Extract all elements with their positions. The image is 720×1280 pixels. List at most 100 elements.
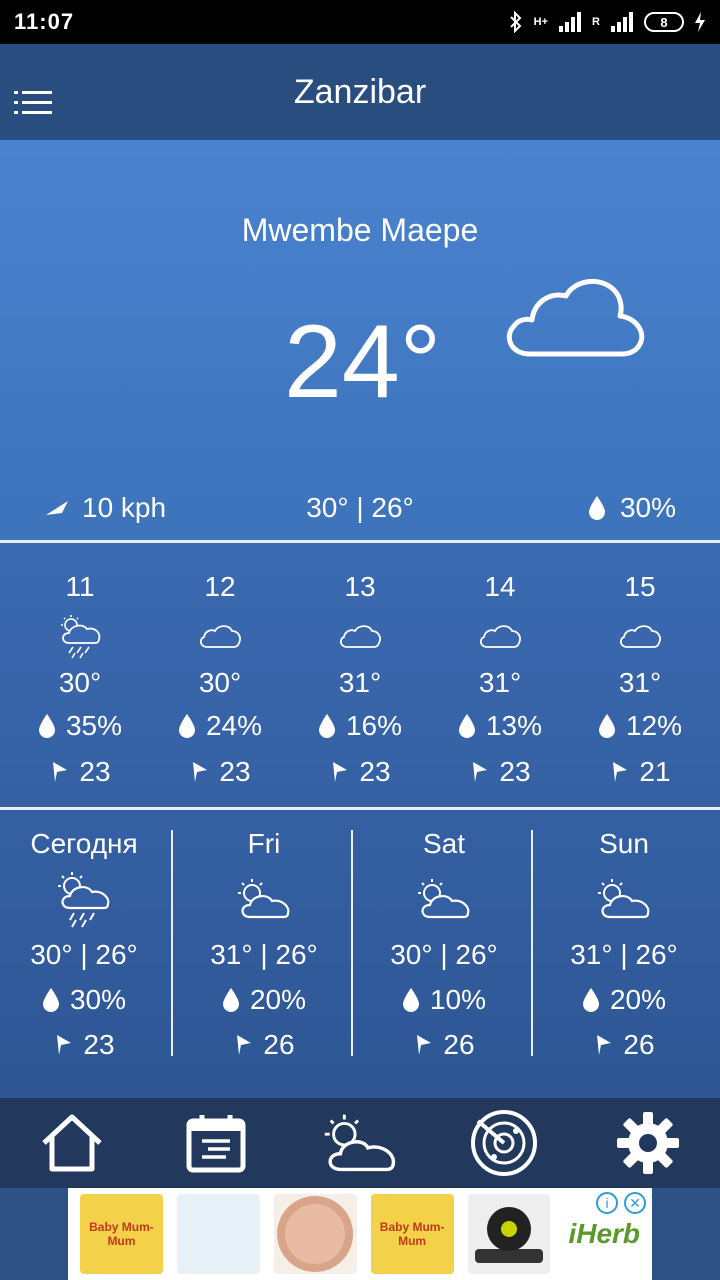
radar-icon	[471, 1110, 537, 1176]
wind-direction-icon	[613, 762, 628, 782]
wind-direction-icon	[473, 762, 488, 782]
signal-2-icon	[611, 12, 633, 32]
raindrop-icon	[582, 987, 599, 1012]
hourly-forecast: 11 30° 35% 23 12 30° 24% 23 13 31° 16% 2…	[0, 543, 720, 807]
wind-direction-icon	[53, 762, 68, 782]
precipitation-value: 30%	[619, 492, 676, 523]
hour-wind: 23	[160, 749, 280, 795]
day-label: Сегодня	[30, 828, 138, 859]
hour-wind: 23	[300, 749, 420, 795]
raindrop-icon	[598, 714, 615, 738]
nav-forecast-button[interactable]	[171, 1098, 261, 1188]
gear-icon	[617, 1112, 679, 1174]
battery-level: 8	[644, 12, 684, 32]
hour-label: 14	[484, 571, 516, 602]
day-high-low: 31° | 26°	[210, 938, 318, 970]
compact-powder-image	[277, 1196, 354, 1272]
day-label: Sat	[422, 828, 466, 859]
hour-temp: 31°	[338, 667, 382, 698]
cloud-icon	[200, 625, 241, 648]
column-separator	[531, 830, 533, 1056]
ad-info: i ✕	[596, 1192, 646, 1214]
ad-product[interactable]: Baby Mum-Mum	[370, 1194, 454, 1274]
status-bar: 11:07 H+ R 8	[0, 0, 720, 44]
partly-cloudy-icon	[598, 879, 650, 919]
hourly-item[interactable]: 15 31° 12% 21	[580, 543, 700, 807]
hour-wind: 21	[580, 749, 700, 795]
hour-precip: 16%	[300, 703, 420, 749]
ad-product[interactable]	[273, 1194, 357, 1274]
ad-banner[interactable]: Baby Mum-Mum Baby Mum-Mum iHerb i ✕	[0, 1188, 720, 1280]
hour-precip: 35%	[20, 703, 140, 749]
partly-cloudy-icon	[238, 879, 290, 919]
hour-label: 15	[624, 571, 656, 602]
cloud-icon	[620, 625, 661, 648]
raindrop-icon	[38, 714, 55, 738]
day-wind: 26	[354, 1022, 534, 1067]
raindrop-icon	[178, 714, 195, 738]
wind-direction-icon	[597, 1034, 612, 1055]
ad-product[interactable]	[467, 1194, 551, 1274]
hour-wind: 23	[20, 749, 140, 795]
raindrop-icon	[588, 496, 605, 520]
nav-settings-button[interactable]	[603, 1098, 693, 1188]
day-high-low: 31° | 26°	[570, 938, 678, 970]
nav-radar-button[interactable]	[459, 1098, 549, 1188]
day-wind: 23	[0, 1022, 174, 1067]
hourly-item[interactable]: 14 31° 13% 23	[440, 543, 560, 807]
calendar-icon	[186, 1115, 246, 1173]
partly-cloudy-icon	[324, 1114, 396, 1172]
partly-cloudy-icon	[418, 879, 470, 919]
current-conditions: Mwembe Maepe 24° 10 kph 30° | 26° 30%	[0, 140, 720, 540]
daily-item[interactable]: Sat 30° | 26° 10% 26	[354, 828, 534, 1060]
hourly-item[interactable]: 13 31° 16% 23	[300, 543, 420, 807]
day-precip: 10%	[354, 977, 534, 1022]
current-temperature: 24°	[284, 304, 442, 420]
day-label: Fri	[247, 828, 281, 859]
bottom-navigation	[0, 1098, 720, 1188]
hour-temp: 30°	[58, 667, 102, 698]
ad-close-icon[interactable]: ✕	[624, 1192, 646, 1214]
day-label: Sun	[599, 828, 649, 859]
daily-item[interactable]: Sun 31° | 26° 20% 26	[534, 828, 714, 1060]
home-icon	[42, 1114, 102, 1172]
hour-label: 11	[65, 571, 95, 602]
wind-direction-icon	[193, 762, 208, 782]
hour-temp: 31°	[618, 667, 662, 698]
ad-product[interactable]	[176, 1194, 260, 1274]
hourly-item[interactable]: 12 30° 24% 23	[160, 543, 280, 807]
nav-home-button[interactable]	[27, 1098, 117, 1188]
bluetooth-icon	[509, 11, 522, 33]
hour-wind: 23	[440, 749, 560, 795]
wind-direction-icon	[333, 762, 348, 782]
daily-item[interactable]: Fri 31° | 26° 20% 26	[174, 828, 354, 1060]
ad-content[interactable]: Baby Mum-Mum Baby Mum-Mum iHerb i ✕	[68, 1188, 652, 1280]
signal-icon	[559, 12, 582, 32]
nav-weather-button[interactable]	[315, 1098, 405, 1188]
raindrop-icon	[402, 987, 419, 1012]
partly-cloudy-storm-icon	[58, 872, 110, 928]
day-wind: 26	[174, 1022, 354, 1067]
hour-label: 12	[204, 571, 236, 602]
hour-label: 13	[344, 571, 376, 602]
city-title[interactable]: Zanzibar	[294, 73, 426, 112]
app-bar: Zanzibar	[0, 44, 720, 140]
cloud-icon	[480, 625, 521, 648]
daily-item[interactable]: Сегодня 30° | 26° 30% 23	[0, 828, 174, 1060]
wind-direction-icon	[57, 1034, 72, 1055]
raindrop-icon	[318, 714, 335, 738]
menu-icon[interactable]	[14, 91, 52, 115]
raindrop-icon	[222, 987, 239, 1012]
day-precip: 20%	[174, 977, 354, 1022]
hourly-item[interactable]: 11 30° 35% 23	[20, 543, 140, 807]
cloud-icon	[340, 625, 381, 648]
day-high-low: 30° | 26°	[30, 938, 138, 970]
raindrop-icon	[458, 714, 475, 738]
ad-brand-logo[interactable]: iHerb	[568, 1218, 640, 1250]
day-precip: 30%	[0, 977, 174, 1022]
ad-product[interactable]: Baby Mum-Mum	[80, 1194, 163, 1274]
thunderstorm-icon	[61, 615, 101, 659]
hour-precip: 24%	[160, 703, 280, 749]
ad-info-icon[interactable]: i	[596, 1192, 618, 1214]
hour-temp: 30°	[198, 667, 242, 698]
